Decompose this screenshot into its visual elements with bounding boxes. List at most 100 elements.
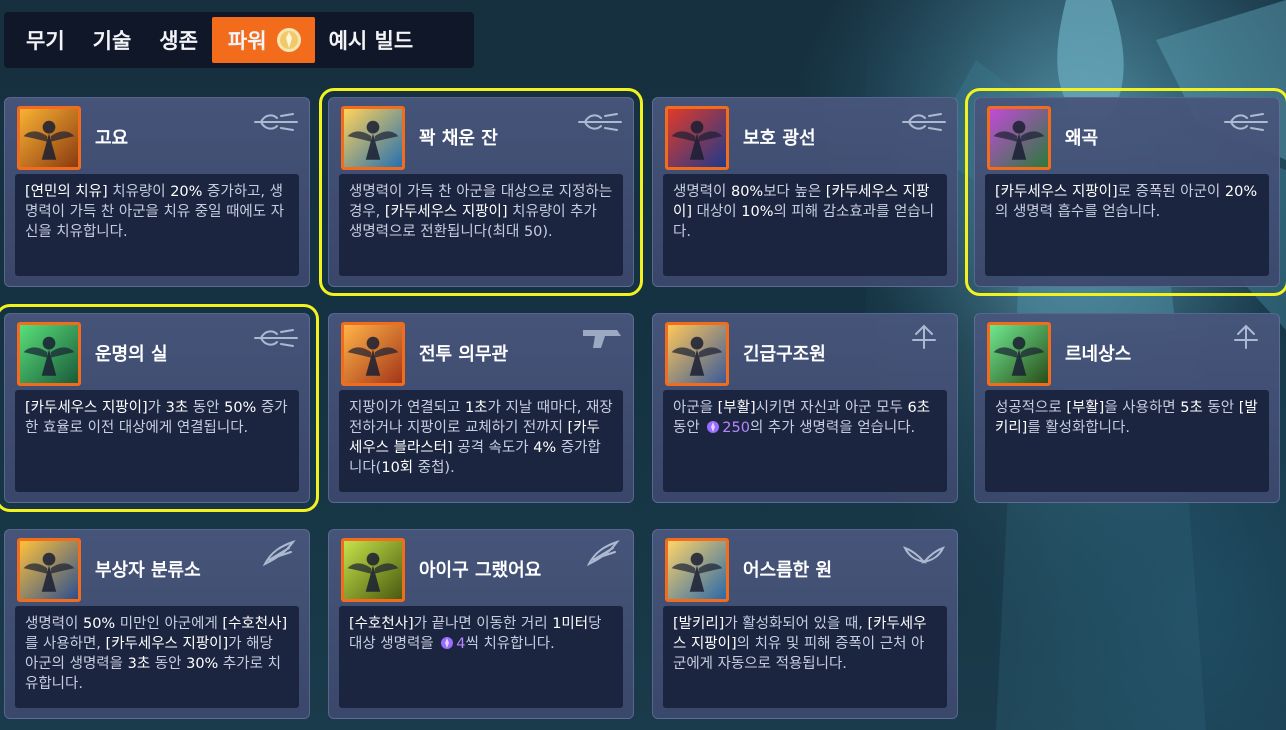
staff-icon: [1221, 106, 1271, 136]
description-segment: 보다 높은: [763, 184, 826, 200]
power-card[interactable]: 꽉 채운 잔생명력이 가득 찬 아군을 대상으로 지정하는 경우, [카두세우스…: [319, 88, 643, 296]
power-card[interactable]: 고요 [연민의 치유] 치유량이 20% 증가하고, 생명력이 가득 찬 아군을 …: [4, 97, 310, 287]
description-segment: 3초: [127, 656, 151, 672]
description-segment: 1초: [464, 400, 488, 416]
power-title: 긴급구조원: [743, 344, 826, 365]
description-segment: 생명력이: [25, 616, 83, 632]
wings-icon: [899, 538, 949, 568]
power-portrait-icon: [987, 322, 1051, 386]
power-title: 고요: [95, 128, 129, 149]
wing-icon: [251, 538, 301, 568]
power-card[interactable]: 부상자 분류소 생명력이 50% 미만인 아군에게 [수호천사] 를 사용하면, […: [4, 529, 310, 719]
power-title: 보호 광선: [743, 128, 816, 149]
description-segment: 5초: [1180, 400, 1203, 416]
description-segment: [발키리]: [673, 616, 725, 632]
description-segment: 치유량이: [107, 184, 171, 200]
power-description: 생명력이 80%보다 높은 [카두세우스 지팡이] 대상이 10%의 피해 감소…: [663, 174, 947, 276]
tab-survival[interactable]: 생존: [145, 17, 212, 63]
tab-weapon[interactable]: 무기: [12, 17, 79, 63]
tab-bar: 무기 기술 생존 파워 예시 빌드: [4, 12, 474, 68]
description-segment: 3초: [165, 400, 189, 416]
description-segment: 동안: [188, 400, 225, 416]
power-title: 운명의 실: [95, 344, 168, 365]
power-description: 생명력이 50% 미만인 아군에게 [수호천사] 를 사용하면, [카두세우스 지…: [15, 606, 299, 708]
power-title: 르네상스: [1065, 344, 1132, 365]
description-segment: [부활]: [1066, 400, 1105, 416]
power-portrait-icon: [341, 322, 405, 386]
power-card[interactable]: 운명의 실 [카두세우스 지팡이]가 3초 동안 50% 증가한 효율로 이전 대…: [0, 304, 319, 512]
description-segment: 20%: [170, 184, 203, 200]
power-card[interactable]: 르네상스성공적으로 [부활]을 사용하면 5초 동안 [발키리]를 활성화합니다…: [974, 313, 1280, 503]
power-portrait-icon: [665, 538, 729, 602]
power-medal-icon: [276, 28, 301, 52]
power-description: [발키리]가 활성화되어 있을 때, [카두세우스 지팡이]의 치유 및 피해 …: [663, 606, 947, 708]
description-segment: 중첩).: [413, 460, 455, 476]
description-segment: 의 생명력 흡수를 얻습니다.: [995, 204, 1161, 220]
power-portrait-icon: [987, 106, 1051, 170]
power-title: 어스름한 원: [743, 560, 833, 581]
staff-icon: [251, 106, 301, 136]
staff-icon: [575, 106, 625, 136]
description-segment: 20%: [1224, 184, 1258, 200]
description-segment: 10%: [741, 204, 774, 220]
description-segment: 4: [456, 636, 466, 652]
power-portrait-icon: [665, 106, 729, 170]
power-description: [카두세우스 지팡이]로 증폭된 아군이 20% 의 생명력 흡수를 얻습니다.: [985, 174, 1269, 276]
power-title: 왜곡: [1065, 128, 1099, 149]
resurrect-icon: [899, 322, 949, 352]
power-portrait-icon: [665, 322, 729, 386]
power-description: 아군을 [부활]시키면 자신과 아군 모두 6초 동안 250의 추가 생명력을…: [663, 390, 947, 492]
power-portrait-icon: [17, 538, 81, 602]
description-segment: 씩 치유합니다.: [465, 636, 555, 652]
power-description: [카두세우스 지팡이]가 3초 동안 50% 증가한 효율로 이전 대상에게 연…: [15, 390, 299, 492]
description-segment: 50%: [224, 400, 257, 416]
description-segment: [카두세우스 지팡이]: [384, 204, 508, 220]
tab-example-build[interactable]: 예시 빌드: [315, 17, 428, 63]
tab-power-label: 파워: [227, 29, 267, 53]
description-segment: 대상이: [692, 204, 742, 220]
staff-icon: [251, 322, 301, 352]
description-segment: 시키면 자신과 아군 모두: [755, 400, 908, 416]
tab-ability[interactable]: 기술: [79, 17, 146, 63]
description-segment: 의 추가 생명력을 얻습니다.: [749, 420, 916, 436]
description-segment: 생명력이: [673, 184, 731, 200]
power-description: [연민의 치유] 치유량이 20% 증가하고, 생명력이 가득 찬 아군을 치유…: [15, 174, 299, 276]
description-segment: 를 사용하면,: [25, 636, 106, 652]
description-segment: 가 활성화되어 있을 때,: [724, 616, 868, 632]
description-segment: 6초: [907, 400, 931, 416]
description-segment: 지팡이가 연결되고: [349, 400, 465, 416]
power-card[interactable]: 어스름한 원 [발키리]가 활성화되어 있을 때, [카두세우스 지팡이]의 치유…: [652, 529, 958, 719]
description-segment: 로 증폭된 아군이: [1117, 184, 1225, 200]
description-segment: 50%: [82, 616, 116, 632]
power-title: 전투 의무관: [419, 344, 509, 365]
overhealth-orb-icon: [441, 637, 454, 649]
power-card[interactable]: 긴급구조원아군을 [부활]시키면 자신과 아군 모두 6초 동안 250의 추가…: [652, 313, 958, 503]
power-title: 꽉 채운 잔: [419, 128, 498, 149]
description-segment: 가 끝나면 이동한 거리: [413, 616, 553, 632]
description-segment: 80%: [730, 184, 764, 200]
power-description: 지팡이가 연결되고 1초가 지날 때마다, 재장전하거나 지팡이로 교체하기 전…: [339, 390, 623, 492]
power-portrait-icon: [17, 322, 81, 386]
description-segment: 동안: [150, 656, 187, 672]
description-segment: [카두세우스 지팡이]: [25, 400, 148, 416]
power-portrait-icon: [341, 538, 405, 602]
description-segment: 4%: [533, 440, 557, 456]
power-card[interactable]: 아이구 그랬어요 [수호천사]가 끝나면 이동한 거리 1미터당 대상 생명력을 …: [328, 529, 634, 719]
power-description: 생명력이 가득 찬 아군을 대상으로 지정하는 경우, [카두세우스 지팡이] …: [339, 174, 623, 276]
overhealth-orb-icon: [707, 421, 720, 433]
power-description: [수호천사]가 끝나면 이동한 거리 1미터당 대상 생명력을 4씩 치유합니다…: [339, 606, 623, 708]
tab-power[interactable]: 파워: [211, 17, 315, 63]
description-segment: [수호천사]: [222, 616, 288, 632]
description-segment: [카두세우스 지팡이]: [105, 636, 229, 652]
staff-icon: [899, 106, 949, 136]
power-card[interactable]: 전투 의무관지팡이가 연결되고 1초가 지날 때마다, 재장전하거나 지팡이로 …: [328, 313, 634, 503]
power-portrait-icon: [341, 106, 405, 170]
description-segment: 을 사용하면: [1104, 400, 1181, 416]
power-card[interactable]: 보호 광선생명력이 80%보다 높은 [카두세우스 지팡이] 대상이 10%의 …: [652, 97, 958, 287]
description-segment: 동안: [673, 420, 705, 436]
power-card[interactable]: 왜곡 [카두세우스 지팡이]로 증폭된 아군이 20% 의 생명력 흡수를 얻습니다…: [965, 88, 1286, 296]
power-description: 성공적으로 [부활]을 사용하면 5초 동안 [발키리]를 활성화합니다.: [985, 390, 1269, 492]
description-segment: 동안: [1202, 400, 1239, 416]
power-title: 부상자 분류소: [95, 560, 201, 581]
description-segment: 를 활성화합니다.: [1027, 420, 1130, 436]
